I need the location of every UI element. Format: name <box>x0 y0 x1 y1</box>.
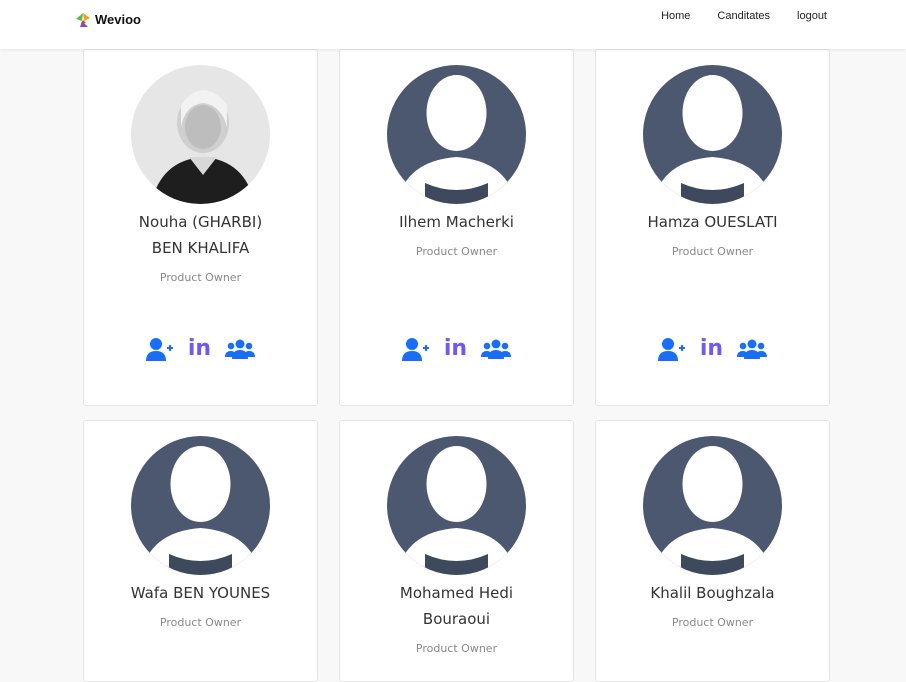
users-icon[interactable] <box>225 339 256 359</box>
default-avatar <box>387 436 526 575</box>
top-navbar: Wevioo Home Canditates logout <box>0 0 906 49</box>
user-plus-icon[interactable] <box>657 337 686 361</box>
default-avatar <box>387 65 526 204</box>
profile-name: Mohamed Hedi Bouraoui <box>340 580 573 632</box>
profile-name: Wafa BEN YOUNES <box>84 580 317 606</box>
linkedin-icon[interactable]: in <box>700 338 723 360</box>
profile-name-line2: BEN KHALIFA <box>151 239 250 257</box>
profile-name: Hamza OUESLATI <box>596 209 829 235</box>
profile-name-line1: Hamza OUESLATI <box>647 213 778 231</box>
wevioo-logo-icon <box>74 10 92 28</box>
profile-name-line1: Mohamed Hedi <box>399 584 514 602</box>
profile-photo <box>131 65 270 204</box>
profile-role: Product Owner <box>671 245 754 258</box>
profile-role: Product Owner <box>159 616 242 629</box>
nav-home-link[interactable]: Home <box>661 10 690 22</box>
users-icon[interactable] <box>737 339 768 359</box>
profile-name: Ilhem Macherki <box>340 209 573 235</box>
default-avatar <box>643 436 782 575</box>
profile-name: Khalil Boughzala <box>596 580 829 606</box>
profile-name: Nouha (GHARBI) BEN KHALIFA <box>84 209 317 261</box>
default-avatar <box>643 65 782 204</box>
profile-actions: in <box>596 337 829 361</box>
profile-card: Ilhem Macherki Product Owner in <box>339 49 574 406</box>
profile-card: Wafa BEN YOUNES Product Owner <box>83 420 318 682</box>
profile-card: Hamza OUESLATI Product Owner in <box>595 49 830 406</box>
nav-logout-link[interactable]: logout <box>797 10 827 22</box>
profile-name-line2: Bouraoui <box>422 610 491 628</box>
profile-actions: in <box>340 337 573 361</box>
profile-actions: in <box>84 337 317 361</box>
profile-name-line1: Khalil Boughzala <box>650 584 775 602</box>
profile-role: Product Owner <box>415 642 498 655</box>
user-plus-icon[interactable] <box>401 337 430 361</box>
profile-role: Product Owner <box>671 616 754 629</box>
profile-name-line1: Wafa BEN YOUNES <box>130 584 271 602</box>
profile-card: Nouha (GHARBI) BEN KHALIFA Product Owner… <box>83 49 318 406</box>
brand[interactable]: Wevioo <box>74 9 141 29</box>
profile-name-line1: Ilhem Macherki <box>399 213 514 231</box>
users-icon[interactable] <box>481 339 512 359</box>
linkedin-icon[interactable]: in <box>444 338 467 360</box>
profile-card: Mohamed Hedi Bouraoui Product Owner <box>339 420 574 682</box>
brand-name: Wevioo <box>95 11 141 27</box>
profile-role: Product Owner <box>415 245 498 258</box>
nav-candidates-link[interactable]: Canditates <box>717 10 770 22</box>
profile-role: Product Owner <box>159 271 242 284</box>
default-avatar <box>131 436 270 575</box>
linkedin-icon[interactable]: in <box>188 338 211 360</box>
profile-card: Khalil Boughzala Product Owner <box>595 420 830 682</box>
profile-name-line1: Nouha (GHARBI) <box>138 213 263 231</box>
nav-links: Home Canditates logout <box>634 10 827 22</box>
user-plus-icon[interactable] <box>145 337 174 361</box>
